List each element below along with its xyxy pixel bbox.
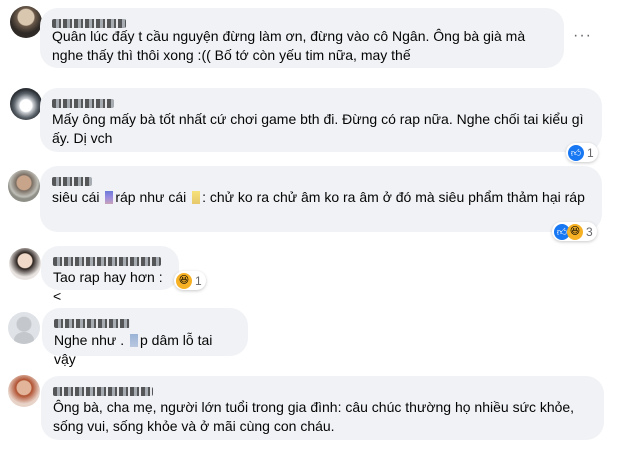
- comment-text-part: ráp như cái: [115, 189, 187, 205]
- avatar[interactable]: [9, 248, 41, 280]
- comment-text-part: siêu cái: [52, 189, 100, 205]
- comment-bubble: Mấy ông mấy bà tốt nhất cứ chơi game bth…: [40, 88, 602, 152]
- comment-text: Ông bà, cha mẹ, người lớn tuổi trong gia…: [53, 399, 578, 434]
- comment-bubble: Ông bà, cha mẹ, người lớn tuổi trong gia…: [41, 376, 604, 440]
- default-avatar-body: [14, 332, 34, 344]
- comment-bubble: Quân lúc đấy t cầu nguyện đừng làm ơn, đ…: [40, 8, 564, 68]
- comment-author-blurred[interactable]: [52, 173, 590, 187]
- avatar[interactable]: [10, 6, 42, 38]
- reaction-count-value: 3: [586, 224, 593, 239]
- haha-icon: 😆︎: [176, 272, 192, 289]
- comment-author-blurred[interactable]: [53, 383, 592, 397]
- censor-block: [129, 334, 138, 347]
- like-icon: 👍︎: [568, 144, 584, 161]
- reaction-count[interactable]: 👍︎ 😆︎ 3: [552, 222, 597, 241]
- more-options-icon[interactable]: ···: [573, 27, 592, 45]
- comment-bubble: Nghe như . p dâm lỗ tai vậy: [42, 308, 248, 367]
- haha-icon: 😆︎: [567, 223, 583, 240]
- comment-text: Mấy ông mấy bà tốt nhất cứ chơi game bth…: [52, 111, 588, 146]
- comment-text: Nghe như . p dâm lỗ tai vậy: [54, 331, 236, 369]
- comment-author-blurred[interactable]: [52, 15, 552, 29]
- reaction-count[interactable]: 👍︎ 1: [566, 143, 598, 162]
- comment-bubble: siêu cái ráp như cái : chử ko ra chử âm …: [40, 166, 602, 232]
- comment-text: Tao rap hay hơn :<: [53, 269, 163, 304]
- avatar[interactable]: [10, 88, 42, 120]
- comment-text: siêu cái ráp như cái : chử ko ra chử âm …: [52, 188, 590, 207]
- comment-text-part: Nghe như .: [54, 332, 125, 348]
- reaction-count-value: 1: [587, 145, 594, 160]
- avatar[interactable]: [8, 375, 40, 407]
- comment-text-part: : chử ko ra chử âm ko ra âm ở đó mà siêu…: [202, 189, 585, 205]
- comment-author-blurred[interactable]: [53, 253, 167, 267]
- censor-block: [192, 191, 201, 204]
- comment-text: Quân lúc đấy t cầu nguyện đừng làm ơn, đ…: [52, 28, 529, 63]
- censor-block: [105, 191, 114, 204]
- reaction-count[interactable]: 😆︎ 1: [174, 271, 206, 290]
- avatar[interactable]: [8, 170, 40, 202]
- comment-bubble: Tao rap hay hơn :<: [41, 246, 179, 304]
- comment-author-blurred[interactable]: [54, 315, 236, 329]
- avatar[interactable]: [8, 312, 40, 344]
- reaction-count-value: 1: [195, 273, 202, 288]
- comment-author-blurred[interactable]: [52, 95, 590, 109]
